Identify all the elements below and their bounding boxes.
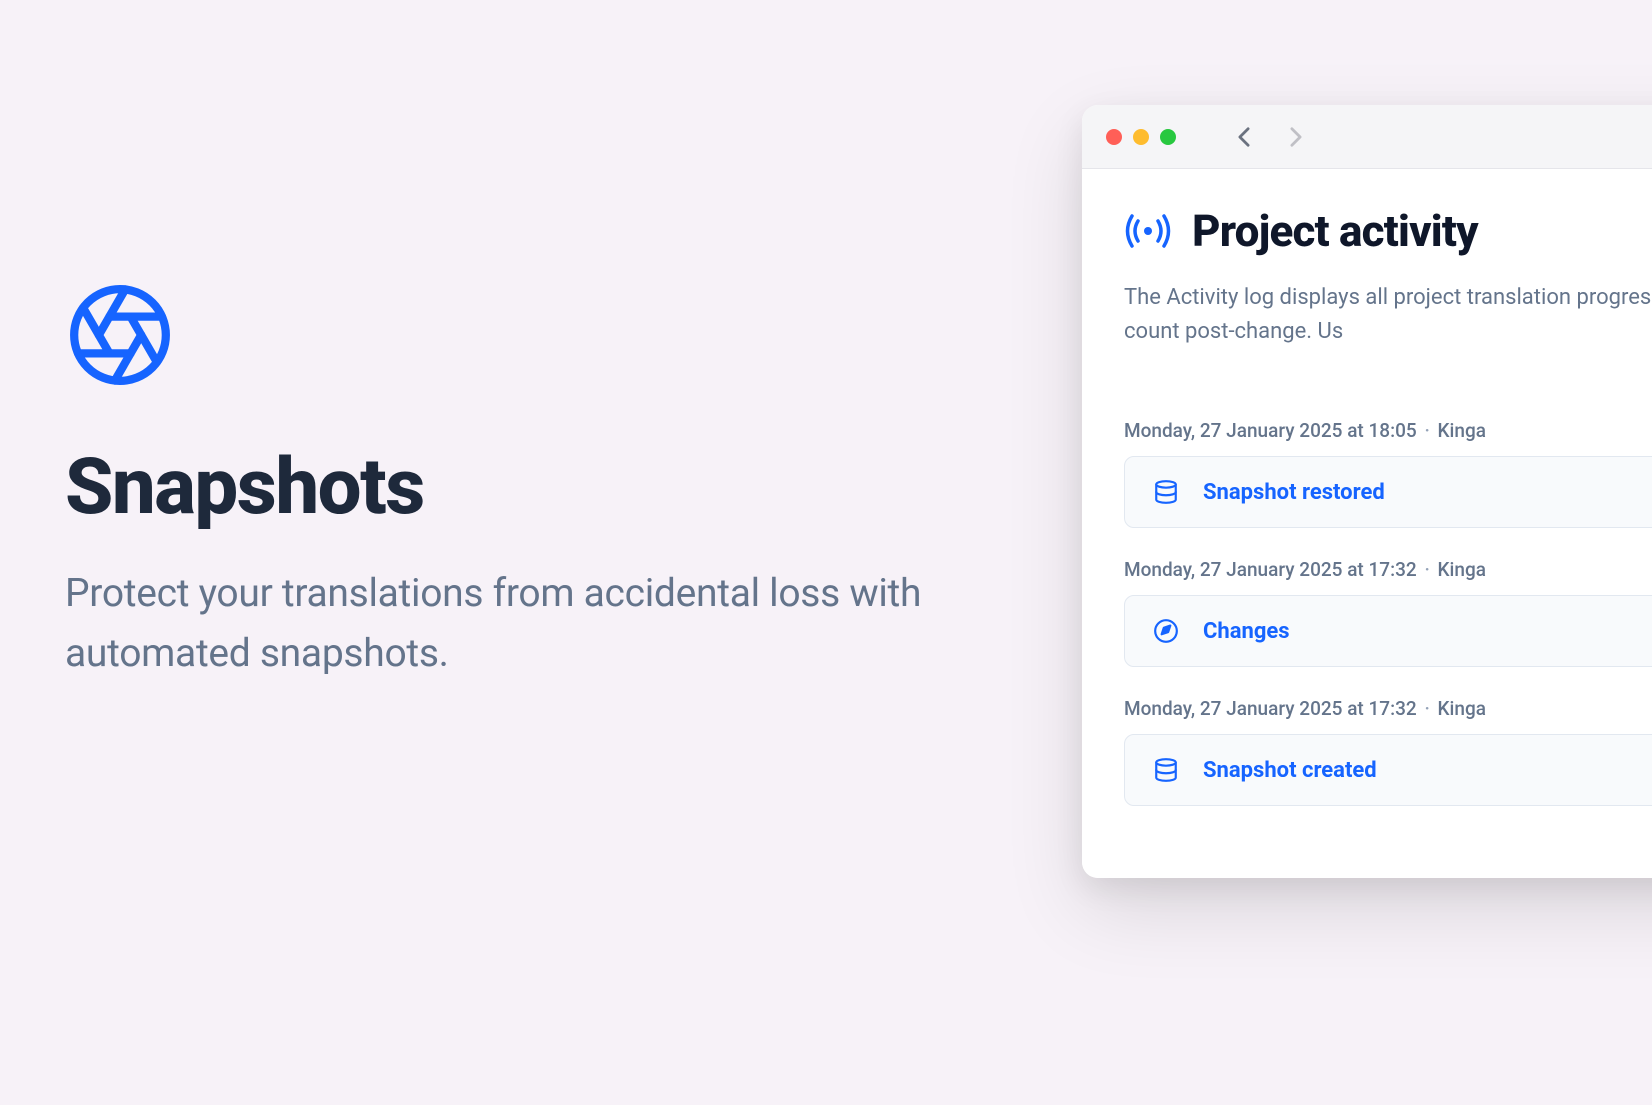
activity-card-snapshot-restored[interactable]: Snapshot restored bbox=[1124, 456, 1652, 528]
meta-separator: · bbox=[1424, 419, 1434, 442]
activity-card-changes[interactable]: Changes bbox=[1124, 595, 1652, 667]
nav-arrows bbox=[1234, 127, 1306, 147]
activity-item: Monday, 27 January 2025 at 17:32 · Kinga… bbox=[1124, 697, 1652, 806]
page-title: Snapshots bbox=[65, 445, 985, 531]
meta-separator: · bbox=[1424, 697, 1434, 720]
activity-card-snapshot-created[interactable]: Snapshot created bbox=[1124, 734, 1652, 806]
close-window-button[interactable] bbox=[1106, 129, 1122, 145]
activity-item: Monday, 27 January 2025 at 18:05 · Kinga… bbox=[1124, 419, 1652, 528]
activity-card-label: Changes bbox=[1203, 619, 1290, 644]
minimize-window-button[interactable] bbox=[1133, 129, 1149, 145]
activity-card-label: Snapshot created bbox=[1203, 758, 1377, 783]
broadcast-icon bbox=[1124, 213, 1172, 249]
traffic-lights bbox=[1106, 129, 1176, 145]
activity-author: Kinga bbox=[1438, 697, 1486, 720]
activity-header: Project activity bbox=[1124, 205, 1652, 257]
activity-meta: Monday, 27 January 2025 at 17:32 · Kinga bbox=[1124, 558, 1652, 581]
activity-author: Kinga bbox=[1438, 419, 1486, 442]
meta-separator: · bbox=[1424, 558, 1434, 581]
browser-toolbar bbox=[1082, 105, 1652, 169]
activity-timestamp: Monday, 27 January 2025 at 18:05 bbox=[1124, 419, 1417, 442]
database-icon bbox=[1153, 757, 1179, 783]
back-button[interactable] bbox=[1234, 127, 1254, 147]
activity-meta: Monday, 27 January 2025 at 17:32 · Kinga bbox=[1124, 697, 1652, 720]
page-subtitle: Protect your translations from accidenta… bbox=[65, 563, 985, 684]
activity-description: The Activity log displays all project tr… bbox=[1124, 281, 1652, 349]
browser-window: Project activity The Activity log displa… bbox=[1082, 105, 1652, 878]
forward-button[interactable] bbox=[1286, 127, 1306, 147]
hero-section: Snapshots Protect your translations from… bbox=[65, 280, 985, 684]
activity-author: Kinga bbox=[1438, 558, 1486, 581]
activity-item: Monday, 27 January 2025 at 17:32 · Kinga… bbox=[1124, 558, 1652, 667]
activity-title: Project activity bbox=[1192, 205, 1478, 257]
activity-timestamp: Monday, 27 January 2025 at 17:32 bbox=[1124, 697, 1417, 720]
browser-content: Project activity The Activity log displa… bbox=[1082, 169, 1652, 878]
aperture-icon bbox=[65, 280, 175, 390]
database-icon bbox=[1153, 479, 1179, 505]
activity-card-label: Snapshot restored bbox=[1203, 480, 1385, 505]
activity-timestamp: Monday, 27 January 2025 at 17:32 bbox=[1124, 558, 1417, 581]
maximize-window-button[interactable] bbox=[1160, 129, 1176, 145]
edit-icon bbox=[1153, 618, 1179, 644]
activity-meta: Monday, 27 January 2025 at 18:05 · Kinga bbox=[1124, 419, 1652, 442]
